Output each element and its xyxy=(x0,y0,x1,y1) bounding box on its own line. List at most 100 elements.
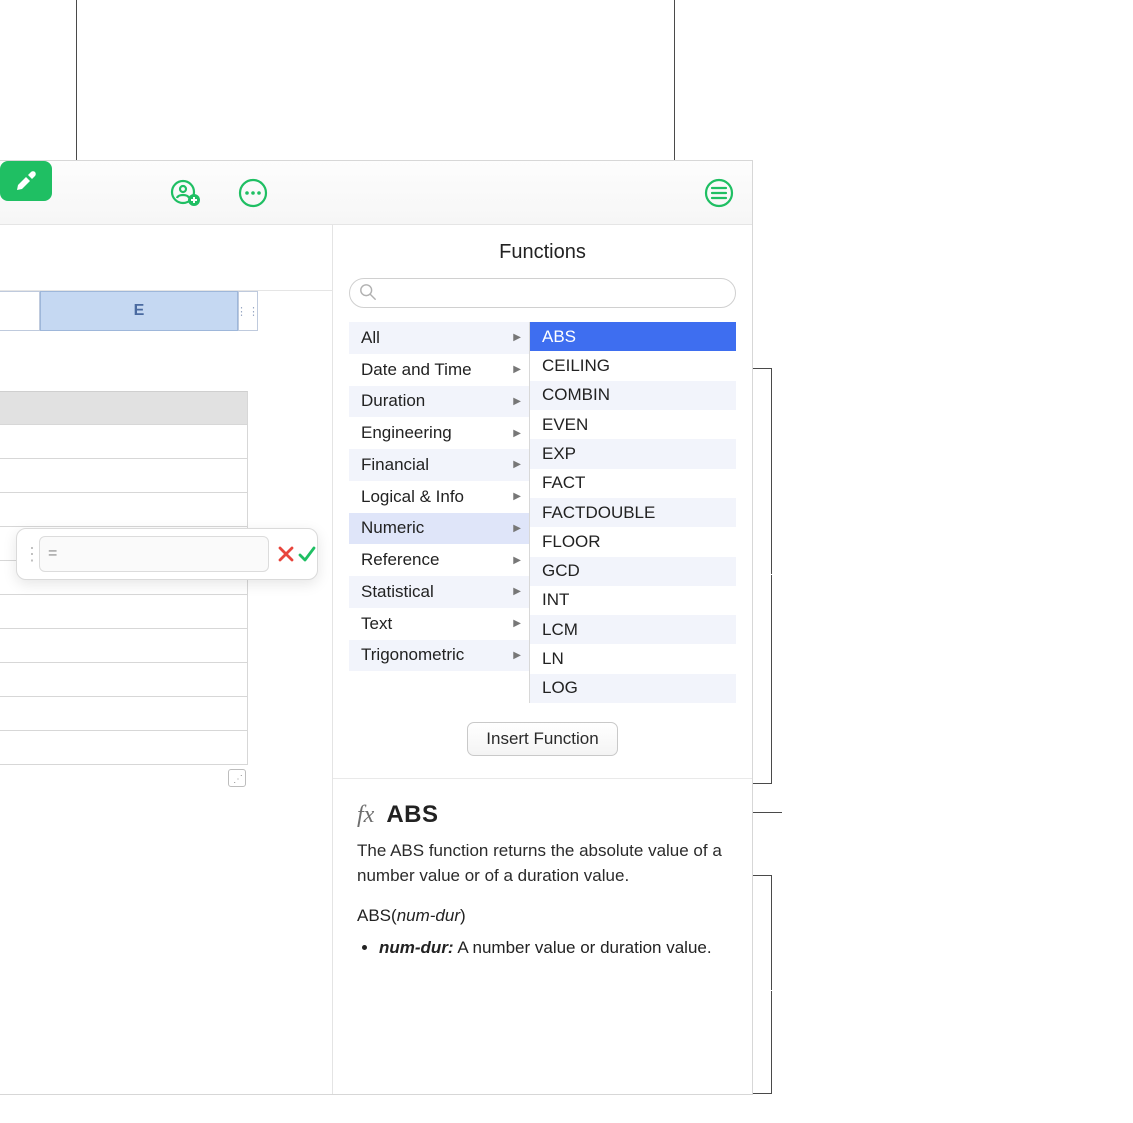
view-options-icon xyxy=(703,177,735,209)
function-item[interactable]: LCM xyxy=(530,615,736,644)
category-label: Statistical xyxy=(361,582,434,602)
category-label: Numeric xyxy=(361,518,424,538)
column-header-blank[interactable] xyxy=(0,291,40,331)
chevron-right-icon: ▶ xyxy=(513,459,521,470)
collaborate-icon xyxy=(169,178,201,208)
function-description-text: The ABS function returns the absolute va… xyxy=(357,839,728,888)
column-header-label: E xyxy=(134,302,145,320)
table-resize-handle[interactable]: ⋰ xyxy=(228,769,246,787)
function-label: LN xyxy=(542,649,564,669)
category-label: Duration xyxy=(361,391,425,411)
category-label: Text xyxy=(361,614,392,634)
column-drag-handle[interactable]: ⋮⋮ xyxy=(238,291,258,331)
format-panel-button[interactable] xyxy=(0,161,52,201)
formula-input[interactable] xyxy=(61,537,260,571)
function-item[interactable]: LN xyxy=(530,644,736,673)
chevron-right-icon: ▶ xyxy=(513,364,521,375)
formula-editor-grip[interactable]: ⋮ xyxy=(23,544,33,565)
format-brush-icon xyxy=(13,168,39,194)
category-item[interactable]: Date and Time ▶ xyxy=(349,354,529,386)
table-row[interactable] xyxy=(0,697,248,731)
chevron-right-icon: ▶ xyxy=(513,618,521,629)
function-label: FACT xyxy=(542,473,585,493)
function-item[interactable]: ABS xyxy=(530,322,736,351)
function-label: GCD xyxy=(542,561,580,581)
category-item[interactable]: Duration▶ xyxy=(349,386,529,418)
argument-name: num-dur: xyxy=(379,938,454,957)
formula-editor-accept-button[interactable] xyxy=(297,542,317,566)
insert-function-button[interactable]: Insert Function xyxy=(467,722,617,756)
function-name-heading: ABS xyxy=(386,801,438,829)
table-row[interactable] xyxy=(0,391,248,425)
function-label: EXP xyxy=(542,444,576,464)
category-item[interactable]: Text ▶ xyxy=(349,608,529,640)
table-row[interactable] xyxy=(0,663,248,697)
view-options-button[interactable] xyxy=(698,175,740,211)
function-label: INT xyxy=(542,590,569,610)
chevron-right-icon: ▶ xyxy=(513,332,521,343)
column-header-e[interactable]: E xyxy=(40,291,238,331)
category-item[interactable]: Trigonometric▶ xyxy=(349,640,529,672)
function-label: FLOOR xyxy=(542,532,601,552)
function-label: ABS xyxy=(542,327,576,347)
function-signature: ABS(num-dur) xyxy=(357,906,728,926)
function-item[interactable]: EXP xyxy=(530,439,736,468)
table-row[interactable] xyxy=(0,459,248,493)
function-label: LCM xyxy=(542,620,578,640)
category-item[interactable]: Financial▶ xyxy=(349,449,529,481)
category-label: Logical & Info xyxy=(361,487,464,507)
function-item[interactable]: COMBIN xyxy=(530,381,736,410)
function-label: FACTDOUBLE xyxy=(542,503,655,523)
chevron-right-icon: ▶ xyxy=(513,491,521,502)
function-item[interactable]: CEILING xyxy=(530,351,736,380)
category-item[interactable]: Numeric▶ xyxy=(349,513,529,545)
function-list: ABS CEILINGCOMBINEVEN EXP FACT FACTDOUBLE FLO… xyxy=(529,322,736,703)
spreadsheet-area: E ⋮⋮ ⋰ xyxy=(0,291,332,1095)
category-item[interactable] xyxy=(349,671,529,703)
function-item[interactable]: FLOOR xyxy=(530,527,736,556)
argument-text: A number value or duration value. xyxy=(454,938,712,957)
table-row[interactable] xyxy=(0,629,248,663)
formula-editor: ⋮ = xyxy=(16,528,318,580)
fx-symbol: fx xyxy=(357,802,374,829)
function-item[interactable]: INT xyxy=(530,586,736,615)
category-item[interactable]: Statistical▶ xyxy=(349,576,529,608)
chevron-right-icon: ▶ xyxy=(513,555,521,566)
category-label: Engineering xyxy=(361,423,452,443)
function-item[interactable]: FACT xyxy=(530,469,736,498)
more-options-button[interactable] xyxy=(232,175,274,211)
category-item[interactable]: All▶ xyxy=(349,322,529,354)
category-label: Date and Time xyxy=(361,360,472,380)
search-icon xyxy=(359,283,377,301)
table-row[interactable] xyxy=(0,493,248,527)
signature-name: ABS xyxy=(357,906,391,925)
category-item[interactable]: Reference▶ xyxy=(349,544,529,576)
more-icon xyxy=(237,177,269,209)
category-item[interactable]: Engineering ▶ xyxy=(349,417,529,449)
functions-search-input[interactable] xyxy=(349,278,736,308)
signature-arg: num-dur xyxy=(397,906,460,925)
app-window: E ⋮⋮ ⋰ ⋮ = xyxy=(0,160,753,1095)
sidebar-title: Functions xyxy=(333,225,752,278)
category-item[interactable]: Logical & Info ▶ xyxy=(349,481,529,513)
function-description: fx ABS The ABS function returns the abso… xyxy=(333,779,752,967)
function-item[interactable]: EVEN xyxy=(530,410,736,439)
function-item[interactable]: FACTDOUBLE xyxy=(530,498,736,527)
function-label: LOG xyxy=(542,678,578,698)
functions-sidebar: Functions All▶Date and Time▶Duration▶Eng… xyxy=(332,225,752,1095)
function-item[interactable]: LOG xyxy=(530,674,736,703)
accept-icon xyxy=(297,545,317,563)
table-row[interactable] xyxy=(0,425,248,459)
category-label: Trigonometric xyxy=(361,645,464,665)
function-item[interactable]: GCD xyxy=(530,557,736,586)
cancel-icon xyxy=(277,545,295,563)
toolbar xyxy=(0,161,752,225)
formula-input-box: = xyxy=(39,536,269,572)
formula-equals-label: = xyxy=(48,545,57,563)
table-row[interactable] xyxy=(0,595,248,629)
chevron-right-icon: ▶ xyxy=(513,428,521,439)
formula-editor-cancel-button[interactable] xyxy=(277,542,295,566)
collaborate-button[interactable] xyxy=(164,175,206,211)
table-row[interactable] xyxy=(0,731,248,765)
argument-item: num-dur: A number value or duration valu… xyxy=(379,936,728,961)
